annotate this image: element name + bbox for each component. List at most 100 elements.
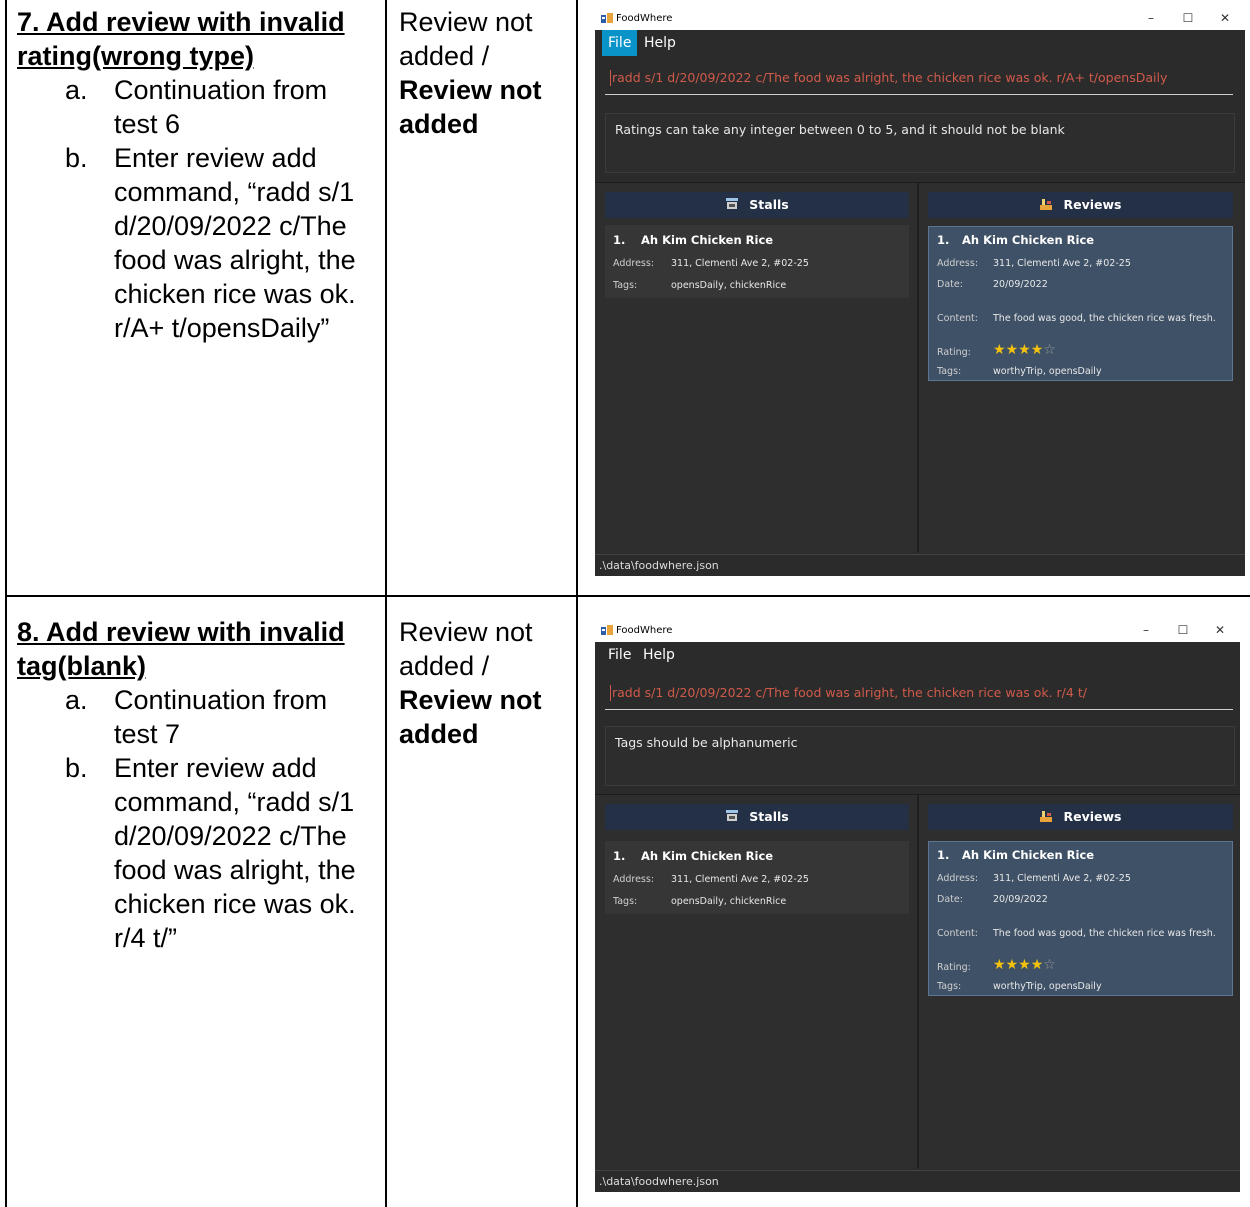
- stall-index: 1.: [613, 233, 626, 247]
- command-input[interactable]: radd s/1 d/20/09/2022 c/The food was alr…: [605, 64, 1233, 95]
- foodwhere-window: FoodWhere – ☐ ✕ File Help radd s/1 d/20/…: [595, 620, 1240, 1192]
- close-icon[interactable]: ✕: [1210, 623, 1230, 637]
- review-tags-label: Tags:: [937, 981, 962, 992]
- stall-tags: opensDaily, chickenRice: [671, 280, 787, 291]
- stall-card[interactable]: 1. Ah Kim Chicken Rice Address: 311, Cle…: [605, 841, 909, 914]
- step-text: Continuation from test 7: [114, 685, 328, 749]
- step-item: b. Enter review add command, “radd s/1 d/…: [17, 751, 377, 955]
- review-rating-label: Rating:: [937, 347, 971, 358]
- window-title: FoodWhere: [616, 625, 673, 636]
- review-tags: worthyTrip, opensDaily: [993, 366, 1102, 377]
- reviews-panel: Reviews 1. Ah Kim Chicken Rice Address: …: [919, 182, 1245, 553]
- review-address: 311, Clementi Ave 2, #02-25: [993, 873, 1131, 884]
- table-border-left: [5, 0, 7, 1207]
- stall-tags-label: Tags:: [613, 896, 638, 907]
- test-description-cell: 7. Add review with invalid rating(wrong …: [17, 5, 377, 345]
- star-filled-icon: ★: [1018, 957, 1031, 973]
- result-message: Tags should be alphanumeric: [615, 735, 798, 750]
- window-titlebar: FoodWhere – ☐ ✕: [595, 620, 1240, 642]
- review-date: 20/09/2022: [993, 279, 1048, 290]
- review-card[interactable]: 1. Ah Kim Chicken Rice Address: 311, Cle…: [928, 226, 1233, 381]
- reviews-header: Reviews: [928, 804, 1233, 830]
- stall-icon: [726, 810, 739, 821]
- table-column-divider: [385, 0, 387, 1207]
- stalls-header: Stalls: [605, 804, 909, 830]
- star-filled-icon: ★: [1005, 957, 1019, 973]
- step-marker: a.: [65, 685, 88, 715]
- result-display: Ratings can take any integer between 0 t…: [605, 113, 1235, 173]
- stall-icon: [726, 198, 739, 209]
- review-date-label: Date:: [937, 894, 963, 905]
- status-bar: .\data\foodwhere.json: [595, 1170, 1240, 1192]
- reviews-header-label: Reviews: [1063, 197, 1122, 212]
- step-item: b. Enter review add command, “radd s/1 d/…: [17, 141, 377, 345]
- review-tags-label: Tags:: [937, 366, 962, 377]
- step-item: a. Continuation from test 7: [17, 683, 377, 751]
- text-caret: [610, 685, 611, 701]
- command-text: radd s/1 d/20/09/2022 c/The food was alr…: [612, 70, 1168, 85]
- stall-index: 1.: [613, 849, 626, 863]
- review-index: 1.: [937, 233, 950, 247]
- close-icon[interactable]: ✕: [1215, 11, 1235, 25]
- review-name: Ah Kim Chicken Rice: [962, 848, 1095, 862]
- app-icon: [601, 625, 613, 635]
- review-index: 1.: [937, 848, 950, 862]
- foodwhere-window: FoodWhere – ☐ ✕ File Help radd s/1 d/20/…: [595, 8, 1245, 576]
- stall-name: Ah Kim Chicken Rice: [641, 849, 774, 863]
- stall-tags: opensDaily, chickenRice: [671, 896, 787, 907]
- review-content-label: Content:: [937, 313, 978, 324]
- review-card[interactable]: 1. Ah Kim Chicken Rice Address: 311, Cle…: [928, 841, 1233, 996]
- maximize-icon[interactable]: ☐: [1178, 11, 1198, 25]
- menu-file[interactable]: File: [602, 642, 637, 668]
- review-tags: worthyTrip, opensDaily: [993, 981, 1102, 992]
- review-address-label: Address:: [937, 258, 979, 269]
- review-date: 20/09/2022: [993, 894, 1048, 905]
- window-title: FoodWhere: [616, 13, 673, 24]
- star-filled-icon: ★: [1018, 342, 1031, 358]
- review-name: Ah Kim Chicken Rice: [962, 233, 1095, 247]
- table-column-divider: [576, 0, 578, 1207]
- result-cell: Review not added / Review not added: [399, 615, 569, 751]
- step-text: Enter review add command, “radd s/1 d/20…: [114, 143, 356, 343]
- review-date-label: Date:: [937, 279, 963, 290]
- step-marker: b.: [65, 753, 88, 783]
- rating-stars: ★★★★☆: [993, 342, 1056, 358]
- step-list: a. Continuation from test 7 b. Enter revie…: [17, 683, 377, 955]
- text-caret: [610, 70, 611, 86]
- review-address: 311, Clementi Ave 2, #02-25: [993, 258, 1131, 269]
- step-marker: b.: [65, 143, 88, 173]
- minimize-icon[interactable]: –: [1136, 623, 1156, 637]
- review-content: The food was good, the chicken rice was …: [993, 928, 1216, 939]
- review-content: The food was good, the chicken rice was …: [993, 313, 1216, 324]
- stall-address-label: Address:: [613, 874, 655, 885]
- command-input[interactable]: radd s/1 d/20/09/2022 c/The food was alr…: [605, 679, 1233, 710]
- step-item: a. Continuation from test 6: [17, 73, 377, 141]
- step-marker: a.: [65, 75, 88, 105]
- menu-file[interactable]: File: [602, 30, 638, 56]
- stall-card[interactable]: 1. Ah Kim Chicken Rice Address: 311, Cle…: [605, 225, 909, 298]
- stall-name: Ah Kim Chicken Rice: [641, 233, 774, 247]
- reviews-header: Reviews: [928, 192, 1233, 218]
- review-address-label: Address:: [937, 873, 979, 884]
- star-filled-icon: ★: [993, 957, 1006, 973]
- review-content-label: Content:: [937, 928, 978, 939]
- window-titlebar: FoodWhere – ☐ ✕: [595, 8, 1245, 30]
- actual-result: Review not added: [399, 685, 542, 749]
- test-description-cell: 8. Add review with invalid tag(blank) a.…: [17, 615, 377, 955]
- review-icon: [1040, 811, 1053, 822]
- star-empty-icon: ☆: [1043, 957, 1056, 973]
- reviews-header-label: Reviews: [1063, 809, 1122, 824]
- menu-help[interactable]: Help: [637, 642, 681, 668]
- step-text: Enter review add command, “radd s/1 d/20…: [114, 753, 356, 953]
- menu-help[interactable]: Help: [638, 30, 682, 56]
- expected-result: Review not added /: [399, 7, 533, 71]
- step-list: a. Continuation from test 6 b. Enter revie…: [17, 73, 377, 345]
- rating-stars: ★★★★☆: [993, 957, 1056, 973]
- stalls-panel: Stalls 1. Ah Kim Chicken Rice Address: 3…: [595, 182, 917, 553]
- command-text: radd s/1 d/20/09/2022 c/The food was alr…: [612, 685, 1087, 700]
- test-title: 8. Add review with invalid tag(blank): [17, 617, 345, 681]
- stall-address: 311, Clementi Ave 2, #02-25: [671, 258, 809, 269]
- maximize-icon[interactable]: ☐: [1173, 623, 1193, 637]
- minimize-icon[interactable]: –: [1141, 11, 1161, 25]
- review-icon: [1040, 199, 1053, 210]
